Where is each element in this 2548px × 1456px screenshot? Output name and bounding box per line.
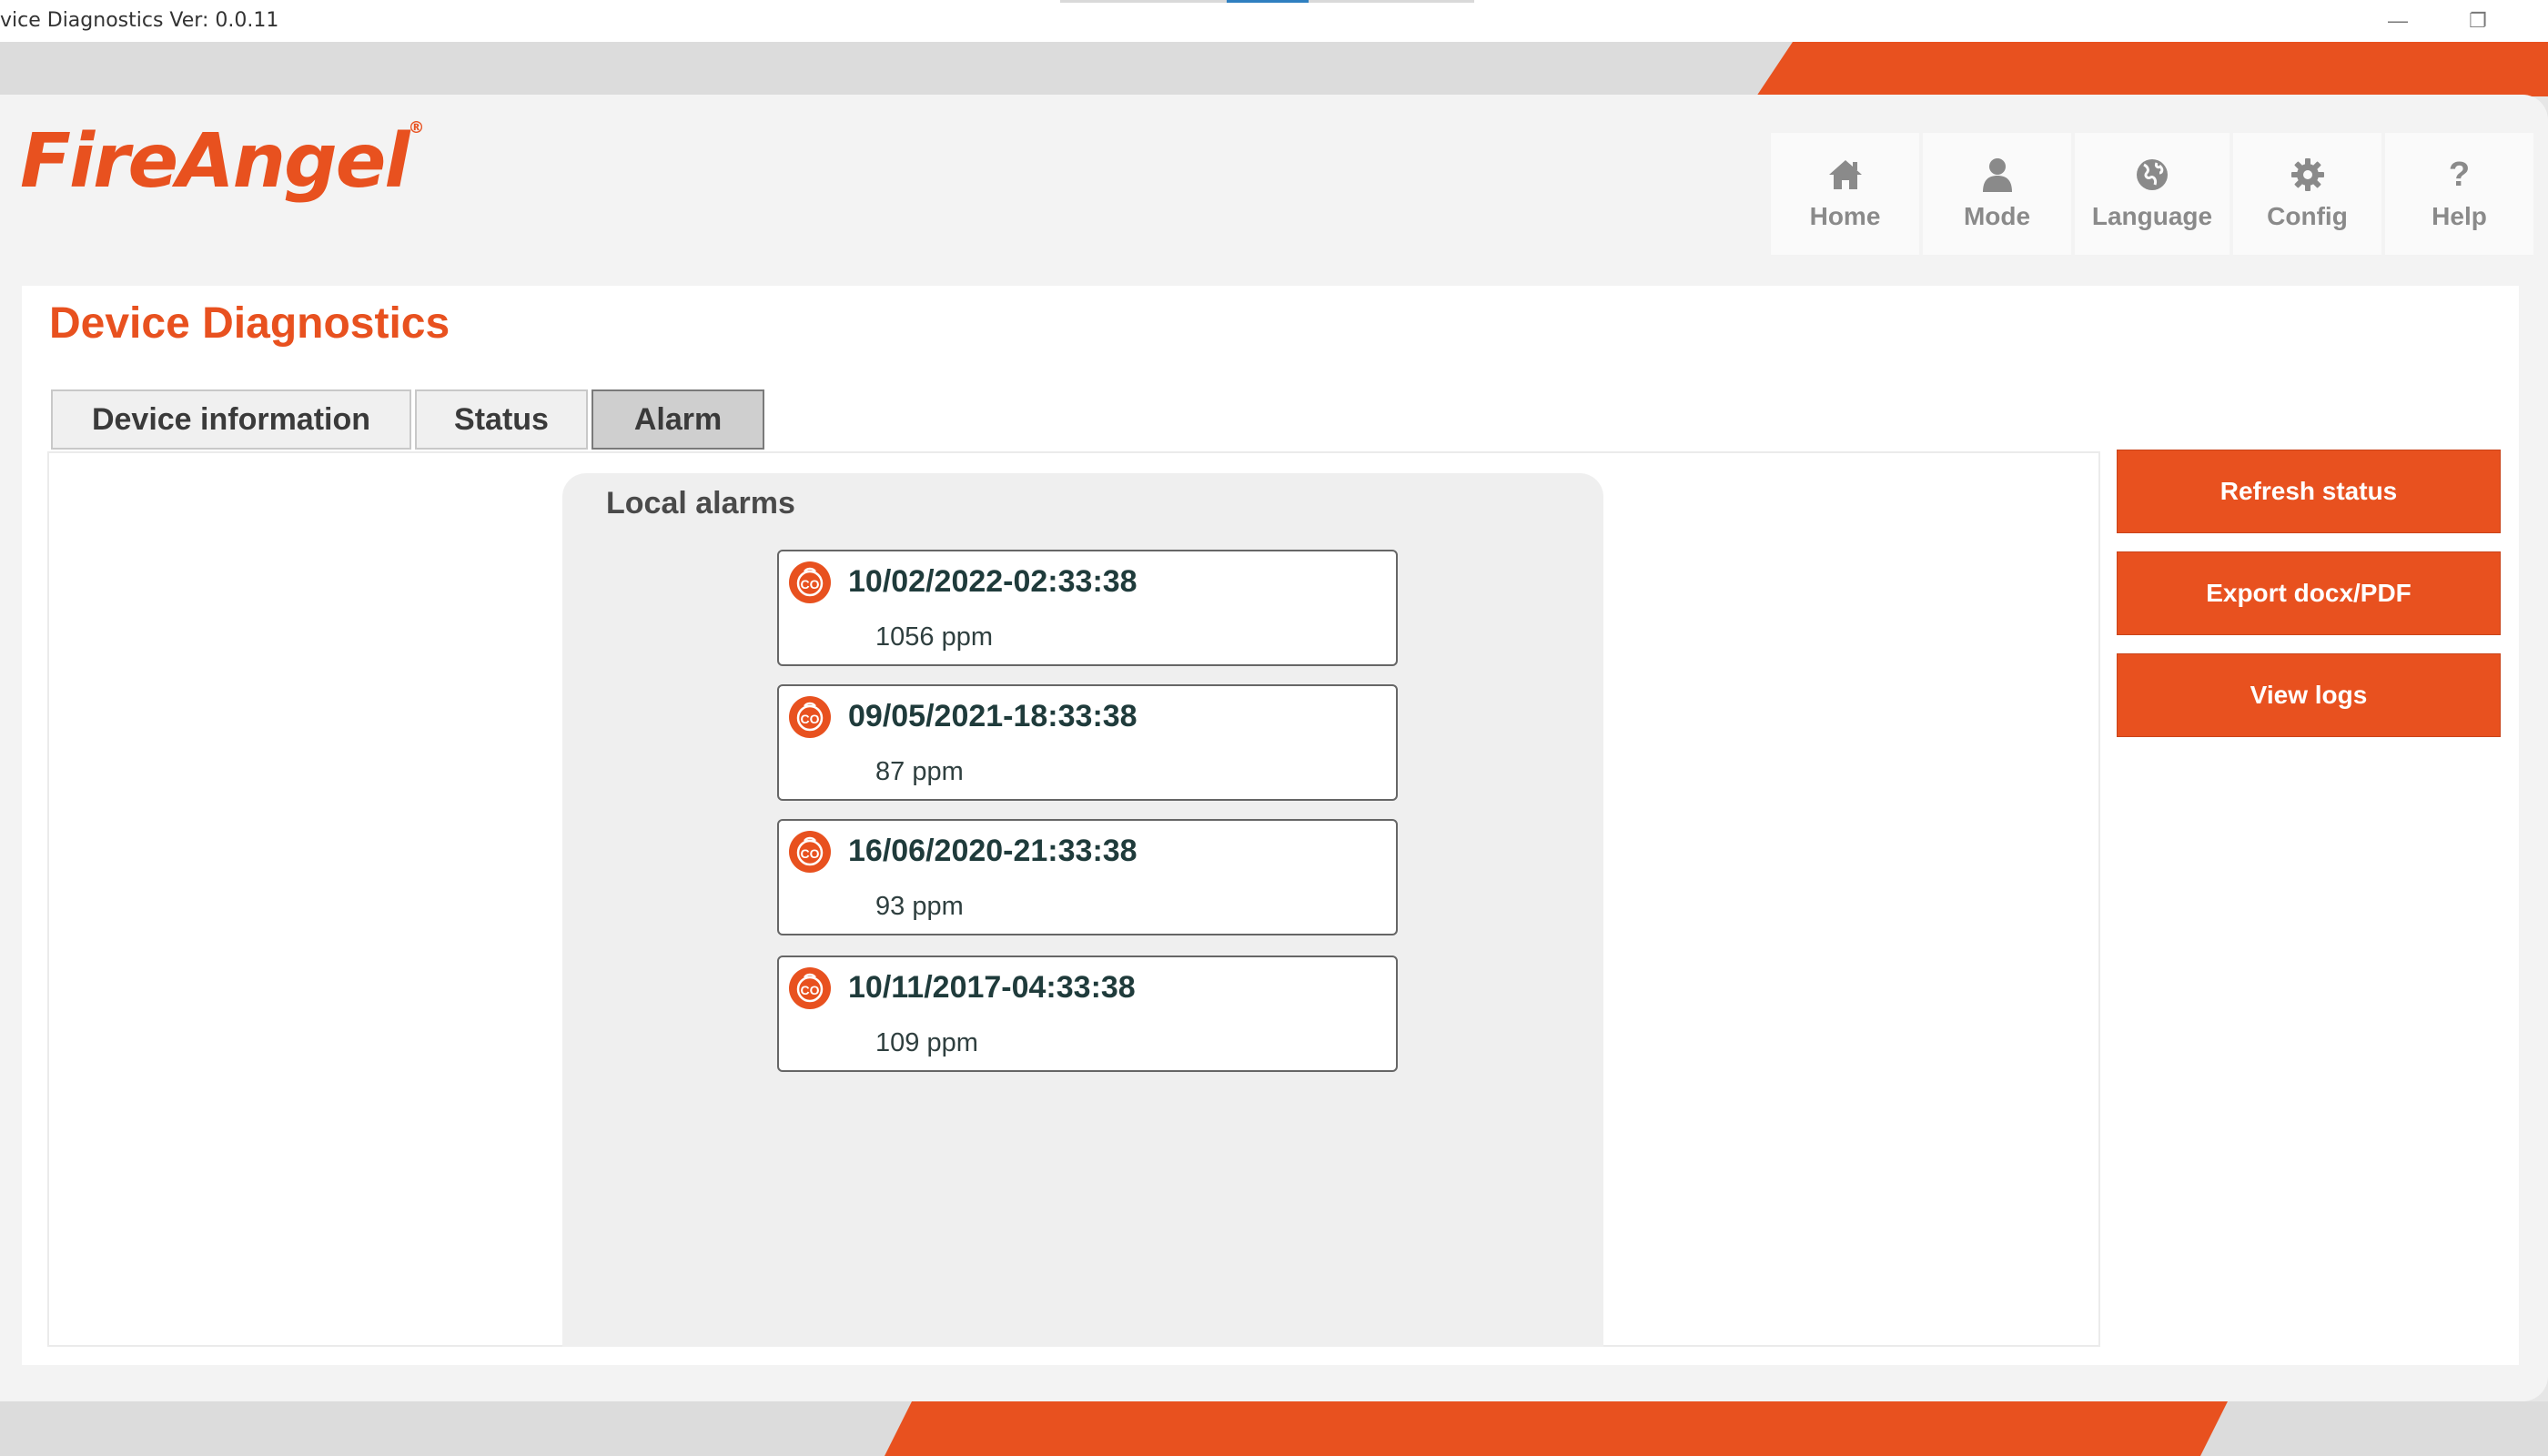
local-alarms-heading: Local alarms xyxy=(606,486,795,521)
nav-home-label: Home xyxy=(1809,202,1881,230)
tab-device-information[interactable]: Device information xyxy=(51,389,411,450)
fireangel-logo: FireAngel® xyxy=(20,118,424,205)
minimize-button[interactable]: — xyxy=(2380,5,2416,36)
co-alarm-icon: CO xyxy=(788,966,832,1010)
tab-status[interactable]: Status xyxy=(415,389,588,450)
svg-text:CO: CO xyxy=(801,846,820,861)
nav-help-button[interactable]: ? Help xyxy=(2385,133,2533,255)
nav-language-label: Language xyxy=(2091,202,2213,230)
alarm-ppm-value: 109 ppm xyxy=(875,1028,978,1057)
alarm-list-item[interactable]: CO 09/05/2021-18:33:38 87 ppm xyxy=(777,684,1398,801)
alarm-ppm-value: 1056 ppm xyxy=(875,622,993,652)
title-bar: vice Diagnostics Ver: 0.0.11 — ❐ xyxy=(0,0,2548,42)
tab-bar: Device information Status Alarm xyxy=(51,389,768,450)
nav-home-button[interactable]: Home xyxy=(1771,133,1919,255)
svg-text:CO: CO xyxy=(801,577,820,592)
co-alarm-icon: CO xyxy=(788,561,832,604)
home-icon xyxy=(1827,157,1864,193)
taskbar-indicator-active xyxy=(1227,0,1309,3)
restore-button[interactable]: ❐ xyxy=(2460,5,2496,36)
header-accent-stripe xyxy=(1756,42,2548,96)
svg-text:CO: CO xyxy=(801,983,820,997)
refresh-status-button[interactable]: Refresh status xyxy=(2117,450,2501,533)
view-logs-button[interactable]: View logs xyxy=(2117,653,2501,737)
export-docx-pdf-button[interactable]: Export docx/PDF xyxy=(2117,551,2501,635)
gear-icon xyxy=(2290,157,2326,193)
registered-mark: ® xyxy=(408,118,424,137)
nav-help-label: Help xyxy=(2432,202,2487,230)
alarm-list-item[interactable]: CO 10/11/2017-04:33:38 109 ppm xyxy=(777,956,1398,1072)
nav-language-button[interactable]: Language xyxy=(2075,133,2230,255)
page-title: Device Diagnostics xyxy=(49,299,450,348)
logo-text: FireAngel xyxy=(20,118,410,205)
globe-icon xyxy=(2134,157,2170,193)
alarm-ppm-value: 87 ppm xyxy=(875,757,964,786)
co-alarm-icon: CO xyxy=(788,830,832,874)
nav-mode-label: Mode xyxy=(1963,202,2031,230)
taskbar-indicator xyxy=(1060,0,1474,3)
alarm-list-item[interactable]: CO 10/02/2022-02:33:38 1056 ppm xyxy=(777,550,1398,666)
nav-mode-button[interactable]: Mode xyxy=(1923,133,2071,255)
svg-text:CO: CO xyxy=(801,712,820,726)
top-navigation: Home Mode Language Config ? Help xyxy=(1771,133,2533,255)
alarm-list-item[interactable]: CO 16/06/2020-21:33:38 93 ppm xyxy=(777,819,1398,935)
question-icon: ? xyxy=(2448,156,2471,194)
alarm-timestamp: 10/11/2017-04:33:38 xyxy=(848,970,1136,1005)
alarm-timestamp: 09/05/2021-18:33:38 xyxy=(848,699,1138,733)
alarm-timestamp: 16/06/2020-21:33:38 xyxy=(848,834,1138,868)
tab-alarm[interactable]: Alarm xyxy=(592,389,764,450)
action-buttons: Refresh status Export docx/PDF View logs xyxy=(2117,450,2501,737)
footer-accent-stripe xyxy=(885,1401,2228,1456)
window-title: vice Diagnostics Ver: 0.0.11 xyxy=(0,9,279,32)
nav-config-button[interactable]: Config xyxy=(2233,133,2381,255)
co-alarm-icon: CO xyxy=(788,695,832,739)
nav-config-label: Config xyxy=(2267,202,2348,230)
user-icon xyxy=(1979,157,2016,193)
alarm-ppm-value: 93 ppm xyxy=(875,892,964,921)
alarm-timestamp: 10/02/2022-02:33:38 xyxy=(848,564,1138,599)
